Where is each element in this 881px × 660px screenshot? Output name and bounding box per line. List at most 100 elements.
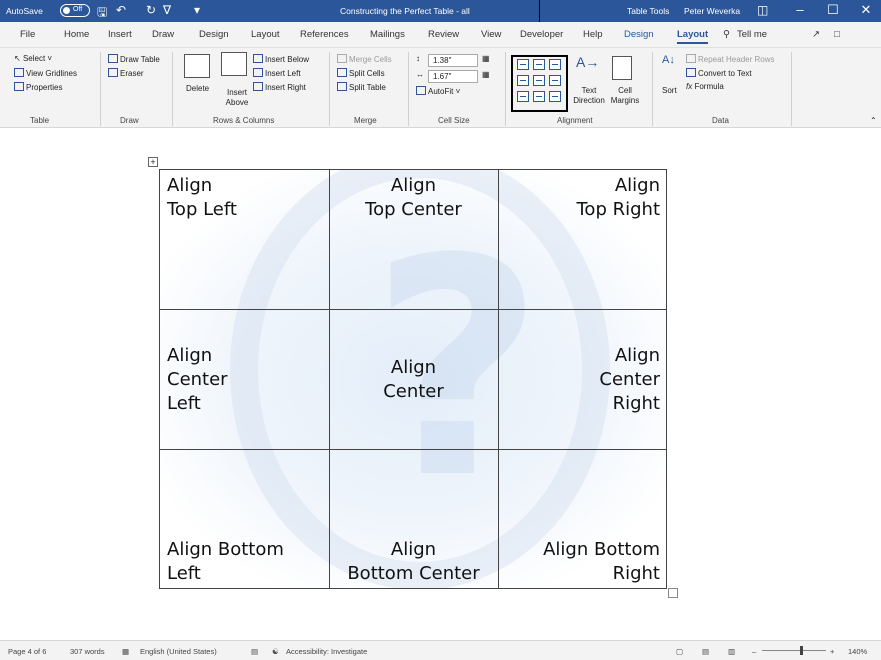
tab-file[interactable]: File [20, 29, 35, 40]
split-table-button[interactable]: Split Table [337, 82, 386, 92]
tab-layout[interactable]: Layout [251, 29, 280, 40]
customize-qat-icon[interactable]: ▾ [194, 3, 200, 17]
close-button[interactable]: ✕ [851, 2, 881, 18]
zoom-in-icon[interactable]: + [830, 647, 834, 656]
view-gridlines-button[interactable]: View Gridlines [14, 68, 77, 78]
page-count[interactable]: Page 4 of 6 [8, 647, 46, 656]
tab-view[interactable]: View [481, 29, 501, 40]
insert-above-button[interactable]: Insert Above [222, 88, 252, 108]
user-name[interactable]: Peter Weverka [684, 6, 740, 16]
draw-table-button[interactable]: Draw Table [108, 54, 160, 64]
ribbon-display-icon[interactable]: ◫ [757, 3, 768, 17]
formula-button[interactable]: fx Formula [686, 82, 724, 91]
properties-button[interactable]: Properties [14, 82, 62, 92]
insert-right-button[interactable]: Insert Right [253, 82, 306, 92]
tab-insert[interactable]: Insert [108, 29, 132, 40]
title-bar: AutoSave Off 🖫 ↶ ↻ ∇ ▾ Constructing the … [0, 0, 881, 22]
merge-cells-button[interactable]: Merge Cells [337, 54, 392, 64]
text-direction-button[interactable]: Text Direction [572, 86, 606, 106]
print-layout-icon[interactable]: ▤ [702, 647, 709, 656]
tab-developer[interactable]: Developer [520, 29, 563, 40]
group-data-label: Data [712, 116, 729, 125]
comments-icon[interactable]: □ [834, 29, 840, 40]
zoom-level[interactable]: 140% [848, 647, 867, 656]
maximize-button[interactable]: ☐ [818, 2, 848, 18]
zoom-out-icon[interactable]: – [752, 647, 756, 656]
insert-left-icon [253, 68, 263, 77]
accessibility-status[interactable]: Accessibility: Investigate [286, 647, 367, 656]
insert-below-button[interactable]: Insert Below [253, 54, 309, 64]
distribute-columns-icon[interactable]: ▦ [482, 70, 490, 79]
accessibility-icon: ☯ [272, 647, 279, 656]
table-resize-handle[interactable] [668, 588, 678, 598]
focus-mode-icon[interactable]: ▢ [676, 647, 683, 656]
tab-table-layout[interactable]: Layout [677, 29, 709, 44]
touch-mode-icon[interactable]: ∇ [163, 3, 171, 17]
tab-mailings[interactable]: Mailings [370, 29, 405, 40]
redo-icon[interactable]: ↻ [146, 3, 156, 17]
zoom-slider[interactable] [762, 646, 826, 655]
cell-width-input[interactable]: 1.67" [428, 70, 478, 83]
share-icon[interactable]: ↗ [812, 29, 820, 40]
minimize-button[interactable]: – [785, 2, 815, 17]
formula-label: Formula [694, 82, 724, 91]
width-icon: ↔ [416, 70, 424, 79]
group-table-label: Table [30, 116, 50, 125]
autosave-toggle[interactable]: Off [60, 4, 90, 17]
sort-icon[interactable]: A↓ [662, 54, 675, 66]
autofit-label: AutoFit [428, 87, 454, 96]
proofing-icon[interactable]: ▦ [122, 647, 129, 656]
distribute-rows-icon[interactable]: ▦ [482, 54, 490, 63]
cell-center-right[interactable]: Align Center Right [498, 310, 666, 450]
cell-top-center[interactable]: Align Top Center [329, 170, 498, 310]
group-cell-size-label: Cell Size [438, 116, 470, 125]
cell-margins-icon[interactable] [612, 56, 632, 80]
alignment-table: ? Align Top Left Align Top Center Align … [159, 169, 667, 589]
delete-button[interactable]: Delete [186, 84, 209, 93]
cell-top-left[interactable]: Align Top Left [160, 170, 329, 310]
cell-bottom-right[interactable]: Align Bottom Right [498, 450, 666, 588]
undo-icon[interactable]: ↶ [116, 3, 126, 17]
table-move-handle-icon[interactable]: + [148, 157, 158, 167]
convert-to-text-button[interactable]: Convert to Text [686, 68, 752, 78]
collapse-ribbon-icon[interactable]: ⌃ [870, 116, 877, 125]
ribbon: ↖ Select ˅ View Gridlines Properties Tab… [0, 48, 881, 128]
cell-bottom-center[interactable]: Align Bottom Center [329, 450, 498, 588]
autofit-button[interactable]: AutoFit ˅ [416, 86, 460, 96]
insert-below-label: Insert Below [265, 55, 310, 64]
tab-design[interactable]: Design [199, 29, 229, 40]
ribbon-tabs: File Home Insert Draw Design Layout Refe… [0, 22, 881, 48]
gridlines-icon [14, 68, 24, 77]
tab-help[interactable]: Help [583, 29, 603, 40]
macro-icon[interactable]: ▤ [251, 647, 258, 656]
document-title: Constructing the Perfect Table - all [340, 6, 470, 16]
search-icon[interactable]: ⚲ [723, 29, 730, 40]
tell-me-input[interactable]: Tell me [737, 29, 767, 40]
eraser-button[interactable]: Eraser [108, 68, 144, 78]
repeat-header-rows-button[interactable]: Repeat Header Rows [686, 54, 774, 64]
delete-table-icon[interactable] [184, 54, 210, 78]
tab-review[interactable]: Review [428, 29, 459, 40]
cell-top-right[interactable]: Align Top Right [498, 170, 666, 310]
properties-label: Properties [26, 83, 63, 92]
cell-center[interactable]: Align Center [329, 310, 498, 450]
tab-draw[interactable]: Draw [152, 29, 174, 40]
cell-bottom-left[interactable]: Align Bottom Left [160, 450, 329, 588]
save-icon[interactable]: 🖫 [97, 3, 107, 24]
cell-center-left[interactable]: Align Center Left [160, 310, 329, 450]
select-button[interactable]: ↖ Select ˅ [14, 54, 52, 63]
insert-left-button[interactable]: Insert Left [253, 68, 301, 78]
insert-above-icon[interactable] [221, 52, 247, 76]
text-direction-icon[interactable]: A→ [576, 54, 599, 70]
split-cells-button[interactable]: Split Cells [337, 68, 385, 78]
cell-height-input[interactable]: 1.38" [428, 54, 478, 67]
cell-margins-button[interactable]: Cell Margins [608, 86, 642, 106]
tab-references[interactable]: References [300, 29, 349, 40]
web-layout-icon[interactable]: ▥ [728, 647, 735, 656]
language-status[interactable]: English (United States) [140, 647, 217, 656]
tab-table-design[interactable]: Design [624, 29, 654, 40]
sort-button[interactable]: Sort [662, 86, 677, 95]
tab-home[interactable]: Home [64, 29, 89, 40]
word-count[interactable]: 307 words [70, 647, 105, 656]
zoom-slider-thumb[interactable] [800, 646, 803, 655]
